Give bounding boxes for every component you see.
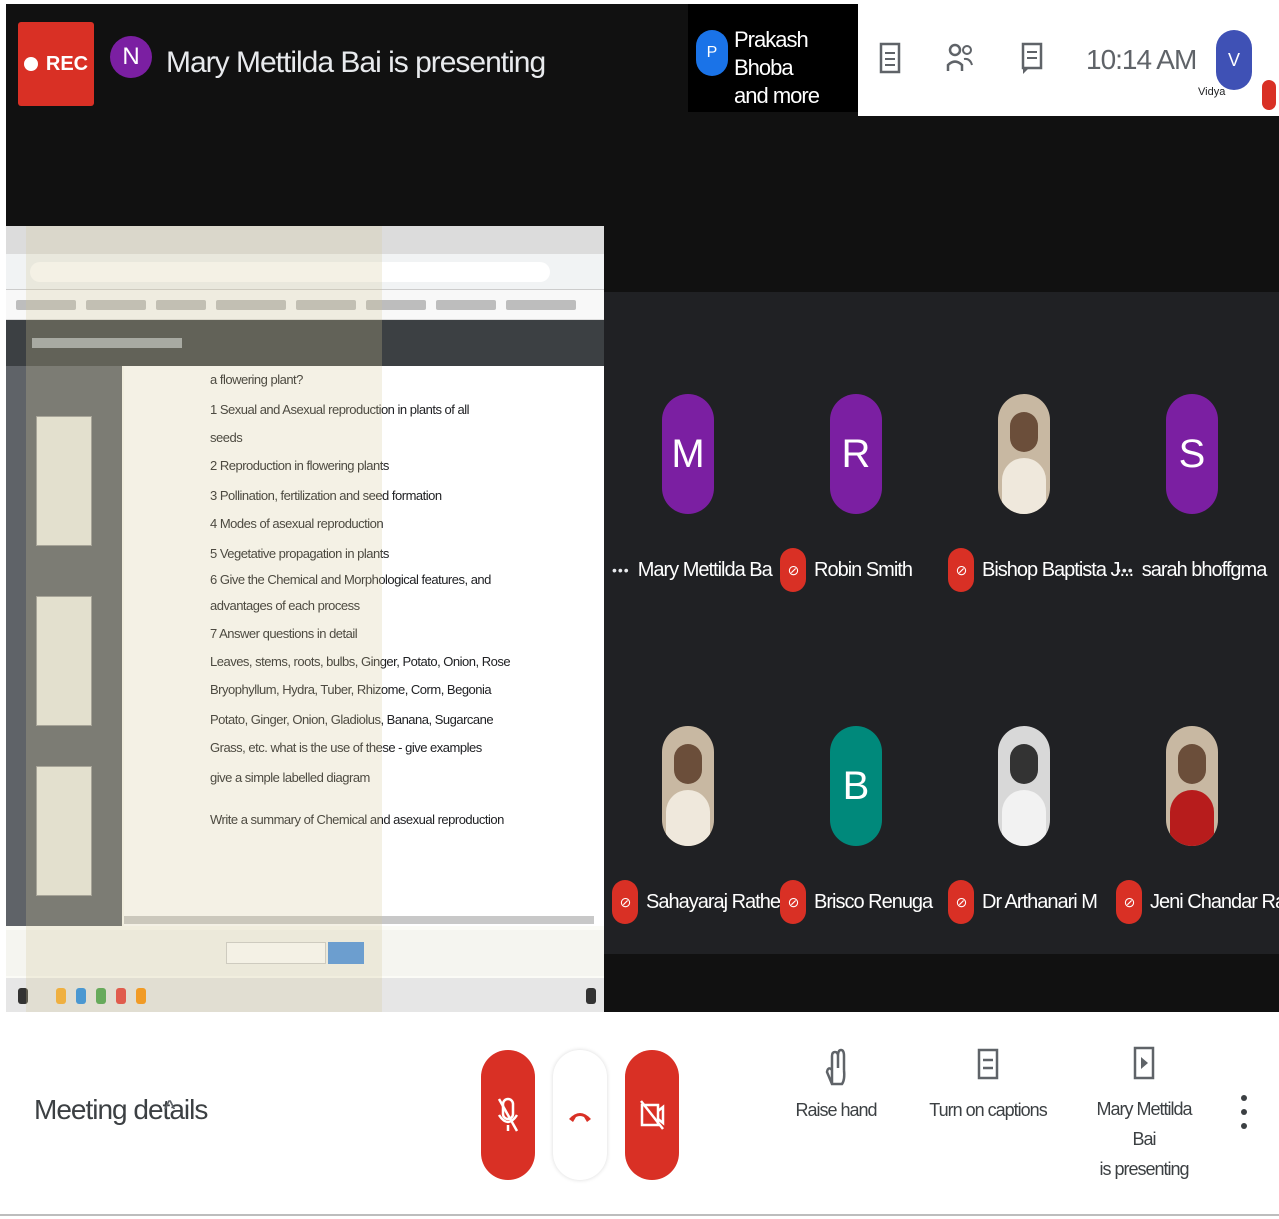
people-icon[interactable]	[946, 38, 974, 78]
people-chip-line2: and more	[734, 83, 820, 108]
leave-call-button[interactable]	[553, 1050, 607, 1180]
presenting-title: Mary Mettilda Bai is presenting	[166, 46, 546, 79]
self-label: Vidya	[1198, 86, 1226, 98]
participant-avatar	[998, 394, 1050, 514]
mic-off-icon: ⊘	[780, 548, 806, 592]
mic-off-icon	[497, 1097, 519, 1132]
participant-avatar	[1166, 726, 1218, 846]
meeting-details-button[interactable]: Meeting details	[34, 1094, 208, 1126]
present-icon	[1084, 1044, 1204, 1094]
participant-label: ⊘ Robin Smith	[780, 548, 913, 592]
participant-avatar: B	[830, 726, 882, 846]
bookmark-item	[506, 300, 576, 310]
participant-avatar	[998, 726, 1050, 846]
participant-label: ••• Mary Mettilda Ba	[612, 550, 773, 590]
stage-background-bottom	[604, 954, 1279, 1012]
presentation-label: Mary Mettilda Bai is presenting	[1084, 1094, 1204, 1184]
mic-toggle-button[interactable]	[481, 1050, 535, 1180]
presentation-label-line2: is presenting	[1099, 1159, 1189, 1179]
participant-tile[interactable]: ⊘ Jeni Chandar Ra...	[1108, 622, 1279, 924]
participant-label: ⊘ Dr Arthanari M	[948, 880, 1098, 924]
mic-off-icon: ⊘	[948, 548, 974, 592]
participant-avatar: M	[662, 394, 714, 514]
mic-off-icon: ⊘	[780, 880, 806, 924]
participant-label: ⊘ Jeni Chandar Ra...	[1116, 880, 1279, 924]
captions-icon	[928, 1044, 1048, 1094]
record-dot-icon	[23, 57, 38, 71]
raise-hand-button[interactable]: Raise hand	[776, 1044, 896, 1126]
participant-label: ⊘ Bishop Baptista J...	[948, 548, 1134, 592]
participant-tile[interactable]: M ••• Mary Mettilda Ba	[604, 290, 773, 590]
mic-off-icon: ⊘	[1116, 880, 1142, 924]
participant-name: Mary Mettilda Ba	[637, 558, 773, 581]
participant-label: ⊘ Sahayaraj Rathel...	[612, 880, 798, 924]
participant-name: Jeni Chandar Ra...	[1150, 890, 1279, 913]
audio-level-icon: •••	[612, 562, 630, 578]
hand-icon	[776, 1044, 896, 1094]
participant-name: Robin Smith	[814, 558, 913, 581]
raise-hand-label: Raise hand	[795, 1100, 877, 1120]
participant-avatar: R	[830, 394, 882, 514]
captions-label: Turn on captions	[929, 1100, 1047, 1120]
info-icon[interactable]	[876, 38, 904, 78]
clock: 10:14 AM	[1086, 44, 1197, 75]
people-chip-avatar: P	[696, 30, 728, 76]
recording-badge: REC	[18, 22, 94, 106]
shared-screen: a flowering plant? 1 Sexual and Asexual r…	[6, 226, 604, 1012]
bookmark-item	[436, 300, 496, 310]
people-chip-text: Prakash Bhoba and more	[734, 26, 858, 110]
participant-name: Dr Arthanari M	[982, 890, 1098, 913]
more-vert-icon[interactable]	[1240, 1092, 1248, 1139]
participant-label: ••• sarah bhoffgma	[1116, 550, 1268, 590]
mic-off-icon: ⊘	[948, 880, 974, 924]
presenter-avatar: N	[110, 36, 152, 78]
people-chip-line1: Prakash Bhoba	[734, 27, 809, 80]
participant-tile[interactable]: S ••• sarah bhoffgma	[1108, 290, 1276, 590]
mic-off-icon: ⊘	[612, 880, 638, 924]
camera-off-icon	[640, 1100, 665, 1130]
participant-grid: M ••• Mary Mettilda Ba R ⊘ Robin Smith ⊘ Bishop…	[604, 292, 1279, 954]
participant-avatar	[662, 726, 714, 846]
audio-level-icon: •••	[1116, 562, 1134, 578]
people-chip[interactable]: P Prakash Bhoba and more	[688, 4, 858, 112]
stage-background	[6, 116, 1279, 226]
translucent-overlay	[26, 226, 382, 1012]
self-mic-off-icon	[1262, 80, 1276, 110]
chevron-up-icon[interactable]: ^	[164, 1096, 175, 1124]
bottom-divider	[0, 1214, 1279, 1216]
notification-icon	[586, 988, 596, 1004]
presentation-button[interactable]: Mary Mettilda Bai is presenting	[1084, 1044, 1204, 1184]
self-avatar[interactable]: V	[1216, 30, 1252, 90]
stage-background-right	[604, 226, 1279, 292]
camera-toggle-button[interactable]	[625, 1050, 679, 1180]
participant-name: Brisco Renuga	[814, 890, 933, 913]
recording-label: REC	[45, 52, 89, 75]
participant-label: ⊘ Brisco Renuga	[780, 880, 933, 924]
captions-button[interactable]: Turn on captions	[928, 1044, 1048, 1126]
participant-tile[interactable]: ⊘ Dr Arthanari M	[940, 622, 1108, 924]
call-end-icon	[569, 1113, 591, 1122]
meet-window: REC N Mary Mettilda Bai is presenting P …	[0, 0, 1279, 1219]
participant-tile[interactable]: B ⊘ Brisco Renuga	[772, 622, 940, 924]
participant-avatar: S	[1166, 394, 1218, 514]
chat-icon[interactable]	[1018, 38, 1046, 78]
participant-tile[interactable]: ⊘ Bishop Baptista J...	[940, 290, 1134, 592]
participant-tile[interactable]: R ⊘ Robin Smith	[772, 290, 940, 592]
top-right-toolbar: 10:14 AM V Vidya	[858, 4, 1279, 116]
presentation-label-line1: Mary Mettilda Bai	[1096, 1099, 1192, 1149]
participant-name: sarah bhoffgma	[1141, 558, 1268, 581]
participant-tile[interactable]: ⊘ Sahayaraj Rathel...	[604, 622, 798, 924]
